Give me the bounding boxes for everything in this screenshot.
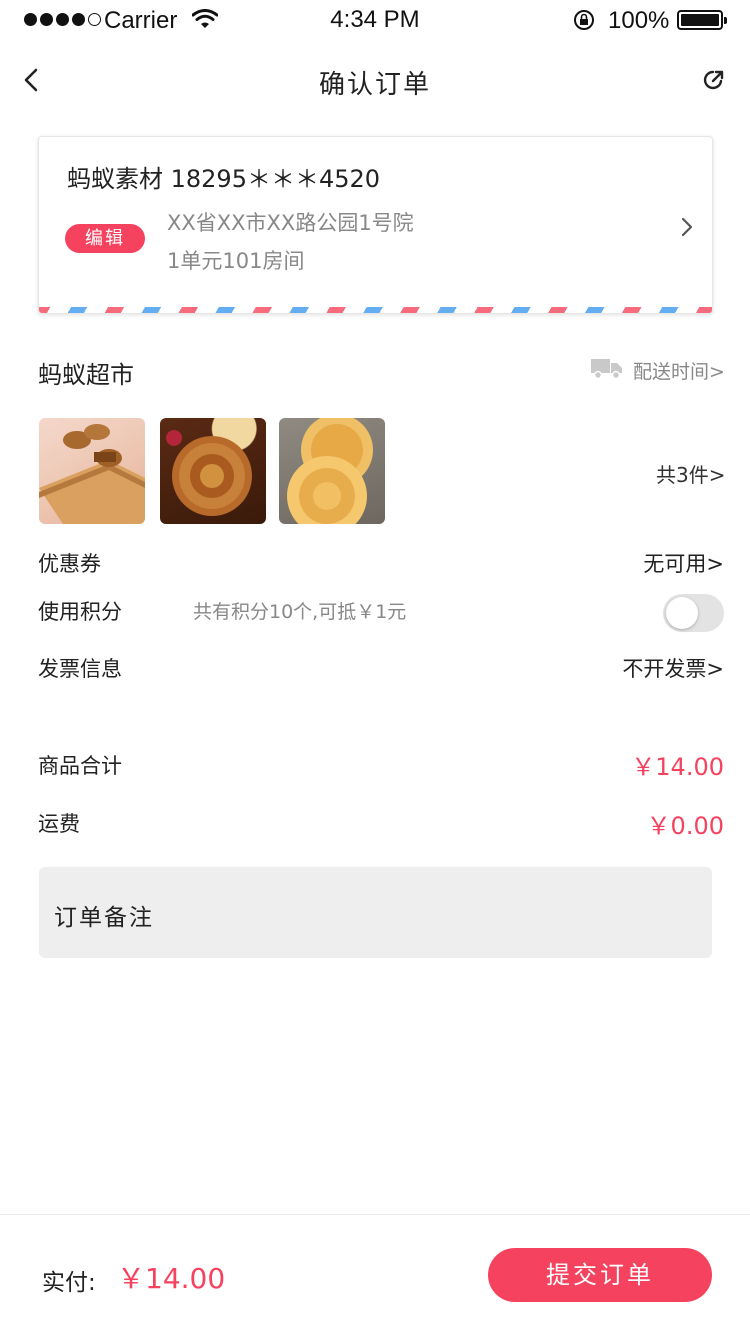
shipping-value: ￥0.00 (646, 812, 724, 840)
order-remark-input[interactable]: 订单备注 (39, 867, 712, 958)
shipping-label: 运费 (38, 812, 80, 836)
airmail-border (39, 307, 712, 313)
delivery-time-link[interactable]: 配送时间> (633, 357, 725, 384)
battery-icon (677, 10, 727, 30)
mooncake-product-1[interactable] (39, 418, 145, 524)
coupon-label: 优惠券 (38, 552, 101, 576)
share-icon[interactable] (702, 68, 726, 92)
battery-percent: 100% (608, 7, 670, 34)
page-title: 确认订单 (318, 70, 431, 100)
points-label: 使用积分 (38, 600, 122, 624)
invoice-selector[interactable]: 不开发票> (622, 653, 724, 683)
points-description: 共有积分10个,可抵￥1元 (193, 601, 407, 623)
remark-label: 订单备注 (54, 905, 154, 931)
rotation-lock-icon (574, 10, 594, 30)
invoice-label: 发票信息 (38, 657, 122, 681)
mooncake-product-3[interactable] (279, 418, 385, 524)
subtotal-label: 商品合计 (38, 754, 122, 778)
address-card[interactable]: 蚂蚁素材 18295＊＊＊4520 编辑 XX省XX市XX路公园1号院 1单元1… (38, 136, 713, 314)
address-line-1: XX省XX市XX路公园1号院 (167, 211, 414, 235)
recipient-name-phone: 蚂蚁素材 18295＊＊＊4520 (67, 165, 381, 193)
bottom-bar: 实付: ￥14.00 提交订单 (0, 1214, 750, 1334)
chevron-right-icon (681, 217, 693, 237)
subtotal-value: ￥14.00 (631, 753, 724, 781)
total-count-link[interactable]: 共3件> (656, 459, 725, 488)
pay-label: 实付: (42, 1270, 96, 1296)
store-name: 蚂蚁超市 (38, 361, 134, 389)
status-bar: Carrier 4:34 PM 100% (0, 0, 750, 40)
nav-bar: 确认订单 (0, 40, 750, 120)
pay-amount: ￥14.00 (117, 1262, 226, 1295)
submit-order-button[interactable]: 提交订单 (488, 1248, 712, 1302)
mooncake-product-2[interactable] (160, 418, 266, 524)
coupon-selector[interactable]: 无可用> (643, 548, 724, 578)
toggle-knob (666, 597, 698, 629)
delivery-truck-icon (591, 359, 622, 380)
points-toggle[interactable] (663, 594, 724, 632)
edit-address-button[interactable]: 编辑 (65, 224, 145, 253)
address-line-2: 1单元101房间 (167, 249, 305, 273)
